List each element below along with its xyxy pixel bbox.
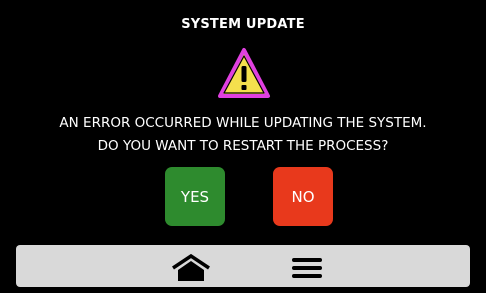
update-error-screen: SYSTEM UPDATE AN ERROR OCCURRED WHILE UP… (0, 0, 486, 293)
yes-button[interactable]: YES (165, 167, 225, 226)
dialog-message: AN ERROR OCCURRED WHILE UPDATING THE SYS… (0, 112, 486, 158)
dialog-title: SYSTEM UPDATE (181, 17, 305, 32)
no-button-label: NO (291, 187, 315, 206)
no-button[interactable]: NO (273, 167, 333, 226)
home-icon[interactable] (171, 253, 211, 282)
yes-button-label: YES (180, 187, 210, 206)
message-line-1: AN ERROR OCCURRED WHILE UPDATING THE SYS… (59, 115, 427, 131)
message-line-2: DO YOU WANT TO RESTART THE PROCESS? (97, 138, 389, 154)
warning-icon (216, 44, 272, 104)
menu-icon[interactable] (291, 258, 323, 278)
bottom-navbar (16, 245, 470, 287)
